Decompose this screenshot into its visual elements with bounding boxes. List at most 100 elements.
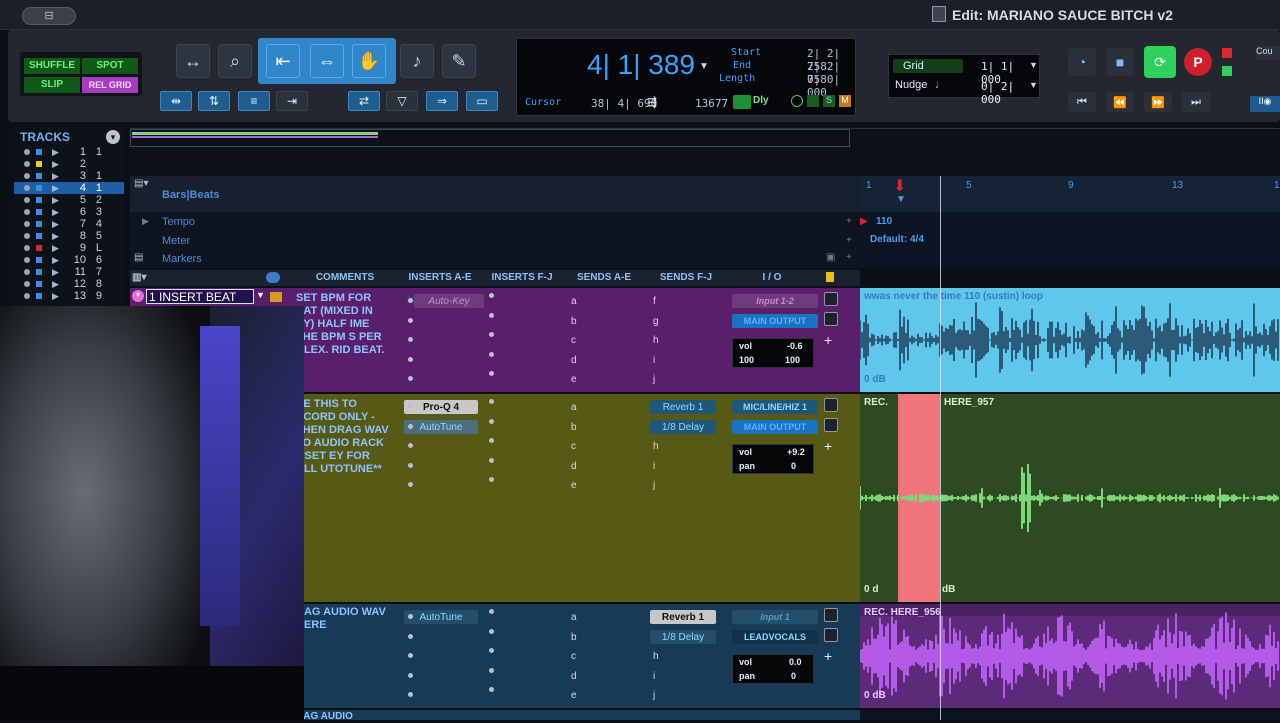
solo-safe-button[interactable]: S xyxy=(823,95,835,107)
tempo-marker-icon[interactable]: ▶ xyxy=(860,216,868,227)
send-slot-g[interactable]: g xyxy=(653,316,659,327)
universe-overview[interactable] xyxy=(130,128,1280,176)
insert-fj-slot-dot[interactable] xyxy=(489,648,494,653)
send-slot-j[interactable]: j xyxy=(653,374,655,385)
comments-column-header[interactable]: COMMENTS xyxy=(302,272,388,283)
track-3-volume-box[interactable]: vol 0.0 pan 0 xyxy=(732,654,814,684)
insert-fj-slot-dot[interactable] xyxy=(489,371,494,376)
send-slot-b[interactable]: b xyxy=(571,632,577,643)
send-slot-b[interactable]: b xyxy=(571,422,577,433)
link-timeline-icon[interactable]: ⇄ xyxy=(348,91,380,111)
record-icon[interactable]: P xyxy=(1184,48,1212,76)
insert-fj-slot-dot[interactable] xyxy=(489,438,494,443)
track-2-insert-proq4[interactable]: Pro-Q 4 xyxy=(404,400,478,414)
insert-slot-dot[interactable] xyxy=(408,692,413,697)
io-view-icon[interactable] xyxy=(824,608,838,622)
track-show-icon[interactable] xyxy=(24,209,30,215)
send-slot-a[interactable]: a xyxy=(571,402,577,413)
track-1-comment[interactable]: SET BPM FOR EAT (MIXED IN EY) HALF IME T… xyxy=(296,292,392,357)
track-show-icon[interactable] xyxy=(24,257,30,263)
send-slot-e[interactable]: e xyxy=(571,374,577,385)
insert-slot-dot[interactable] xyxy=(408,317,413,323)
sends-fj-header[interactable]: SENDS F-J xyxy=(648,272,724,283)
track-4-playlist[interactable] xyxy=(860,710,1280,720)
insert-slot-dot[interactable] xyxy=(408,423,413,429)
insert-fj-slot-dot[interactable] xyxy=(489,399,494,404)
send-slot-c[interactable]: c xyxy=(571,651,576,662)
track-show-icon[interactable] xyxy=(24,245,30,251)
track-show-icon[interactable] xyxy=(24,173,30,179)
zoom-toggle-icon[interactable]: ↔ xyxy=(176,44,210,78)
fast-forward-icon[interactable]: ⏩ xyxy=(1144,92,1172,112)
track-show-icon[interactable] xyxy=(24,281,30,287)
shuffle-mode-button[interactable]: SHUFFLE xyxy=(24,58,80,74)
track-3-send-reverb[interactable]: Reverb 1 xyxy=(650,610,716,624)
stop-icon[interactable]: ■ xyxy=(1106,48,1134,76)
insert-fj-slot-dot[interactable] xyxy=(489,332,494,337)
track-3-comment[interactable]: RAG AUDIO WAV HERE xyxy=(296,606,392,632)
pause-record-icon[interactable]: II◉ xyxy=(1250,96,1280,112)
insert-slot-dot[interactable] xyxy=(408,404,413,409)
track-1-playlist[interactable]: wwas never the time 110 (sustin) loop 0 … xyxy=(859,288,1280,392)
spot-mode-button[interactable]: SPOT xyxy=(82,58,138,74)
send-slot-i[interactable]: i xyxy=(653,355,655,366)
zoom-preset-icon[interactable]: ⇥ xyxy=(276,91,308,111)
count-off-label[interactable]: Cou xyxy=(1256,46,1280,60)
trim-tool-icon[interactable]: ⇤ xyxy=(266,44,300,78)
track-1-volume-box[interactable]: vol -0.6 100 100 xyxy=(732,338,814,368)
track-2-send-reverb[interactable]: Reverb 1 xyxy=(650,400,716,414)
return-to-zero-icon[interactable]: ⏮ xyxy=(1068,92,1096,112)
insert-fj-slot-dot[interactable] xyxy=(489,477,494,482)
meter-add-icon[interactable]: + xyxy=(846,235,852,246)
send-slot-a[interactable]: a xyxy=(571,296,577,307)
tracks-list-row[interactable]: ▶ 5 2 xyxy=(14,194,124,206)
track-1-menu-icon[interactable]: ▾ xyxy=(132,290,144,302)
io-view-icon[interactable] xyxy=(824,398,838,412)
track-3-input-selector[interactable]: Input 1 xyxy=(732,610,818,624)
metronome-button[interactable]: M xyxy=(839,95,851,107)
main-counter-value[interactable]: 4| 1| 389 xyxy=(587,49,695,81)
insert-fj-slot-dot[interactable] xyxy=(489,687,494,692)
tempo-add-icon[interactable]: + xyxy=(846,216,852,227)
midi-input-icon[interactable] xyxy=(733,95,751,109)
track-show-icon[interactable] xyxy=(24,233,30,239)
comment-view-icon[interactable] xyxy=(824,418,838,432)
track-3-output-selector[interactable]: LEADVOCALS xyxy=(732,630,818,644)
send-slot-h[interactable]: h xyxy=(653,335,659,346)
send-slot-b[interactable]: b xyxy=(571,316,577,327)
track-1-name-dropdown-icon[interactable]: ▼ xyxy=(256,290,265,300)
send-slot-j[interactable]: j xyxy=(653,690,655,701)
wait-note-icon[interactable] xyxy=(807,95,819,107)
track-1-input-selector[interactable]: Input 1-2 xyxy=(732,294,818,308)
bars-beats-ruler-label[interactable]: Bars|Beats xyxy=(162,189,220,201)
track-2-comment[interactable]: SE THIS TO ECORD ONLY - THEN DRAG WAV TO… xyxy=(296,398,392,476)
zoom-vertical-icon[interactable]: ⇅ xyxy=(198,91,230,111)
markers-ruler-label[interactable]: Markers xyxy=(162,253,202,265)
track-1-insert-autokey[interactable]: Auto-Key xyxy=(414,294,484,308)
track-3-vol-value[interactable]: 0.0 xyxy=(789,657,802,667)
insert-slot-dot[interactable] xyxy=(408,376,413,381)
meter-ruler-label[interactable]: Meter xyxy=(162,235,190,247)
send-slot-d[interactable]: d xyxy=(571,671,577,682)
go-to-end-icon[interactable]: ⏭ xyxy=(1182,92,1210,112)
send-slot-f[interactable]: f xyxy=(653,296,656,307)
selector-tool-icon[interactable]: ⇔ xyxy=(310,44,344,78)
send-slot-j[interactable]: j xyxy=(653,480,655,491)
track-1-name[interactable]: 1 INSERT BEAT xyxy=(146,289,254,304)
tracks-list-row[interactable]: ▶ 1 1 xyxy=(14,146,124,158)
insert-slot-dot[interactable] xyxy=(408,633,413,639)
track-2-insert-autotune[interactable]: AutoTune xyxy=(404,420,478,434)
send-slot-d[interactable]: d xyxy=(571,355,577,366)
insert-slot-dot[interactable] xyxy=(408,672,413,678)
tracks-list-row[interactable]: ▶ 2 xyxy=(14,158,124,170)
track-3-playlist[interactable]: REC. HERE_956 0 dB xyxy=(859,604,1280,708)
tracks-list-row[interactable]: ▶ 3 1 xyxy=(14,170,124,182)
markers-icon[interactable]: ▤ xyxy=(134,252,143,263)
sidebar-toggle-button[interactable]: ⊟ xyxy=(22,7,76,25)
column-menu-icon[interactable]: ▥▾ xyxy=(132,272,146,283)
track-3-send-delay[interactable]: 1/8 Delay xyxy=(650,630,716,644)
timeline-rulers[interactable]: 1 5 9 13 1 ⬇ ▼ ▶ 110 Default: 4/4 xyxy=(860,176,1280,268)
track-2-output-selector[interactable]: MAIN OUTPUT xyxy=(732,420,818,434)
track-2-pan-value[interactable]: 0 xyxy=(791,461,796,471)
insert-fj-slot-dot[interactable] xyxy=(489,418,494,424)
